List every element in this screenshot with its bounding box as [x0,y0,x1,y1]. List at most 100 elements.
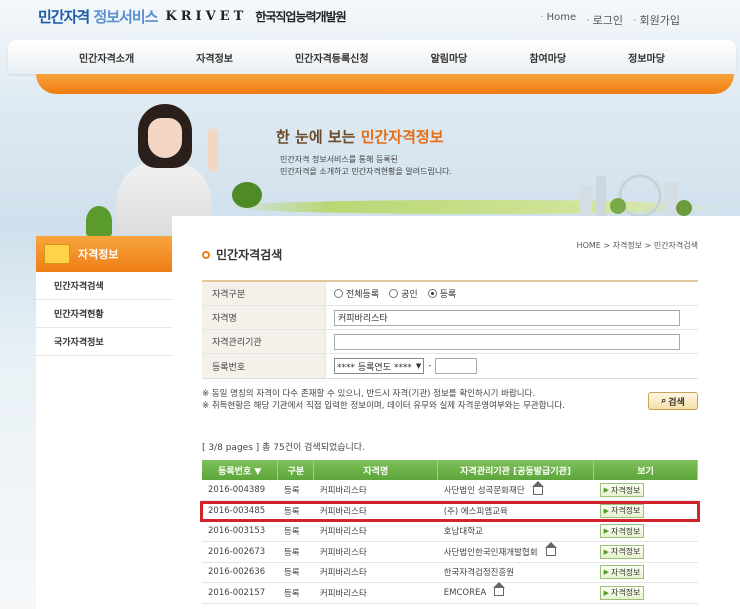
type-cell: 등록 [277,582,314,604]
tree-illustration [232,182,262,208]
view-info-label: 자격정보 [610,588,641,598]
search-icon: ⌕ [661,396,667,406]
reg-label: 등록번호 [202,354,326,378]
col-header-name: 자격명 [313,460,439,480]
homepage-icon[interactable] [531,480,544,495]
org-label: 자격관리기관 [202,330,326,353]
breadcrumb: HOME > 자격정보 > 민간자격검색 [576,241,698,250]
site-logo[interactable]: 민간자격 정보서비스 KRIVET 한국직업능력개발원 [38,6,347,27]
view-info-label: 자격정보 [610,547,641,557]
radio-all[interactable]: 전체등록 [334,287,379,300]
col-header-org: 자격관리기관 [공동발급기관] [437,460,595,480]
nav-item-info[interactable]: 자격정보 [196,50,233,65]
view-info-button[interactable]: ▶ 자격정보 [599,483,645,497]
nav-item-notice[interactable]: 알림마당 [431,50,468,65]
org-input[interactable] [334,333,680,350]
sidebar-item-status[interactable]: 민간자격현황 [36,300,172,328]
reg-number-input[interactable] [435,358,478,374]
cert-name-cell: 커피바리스타 [313,541,438,563]
main-content: 민간자격검색 HOME > 자격정보 > 민간자격검색 자격구분 전체등록 공인… [172,216,740,609]
cert-name-cell: 커피바리스타 [313,562,438,583]
org-name[interactable]: 사단법인한국인재개발협회 [444,548,538,558]
certificate-icon [44,244,70,264]
view-cell: ▶ 자격정보 [593,480,698,501]
nav-item-register[interactable]: 민간자격등록신청 [295,50,369,65]
col-header-regno[interactable]: 등록번호 ▼ [202,460,279,480]
results-table: 등록번호 ▼ 구분 자격명 자격관리기관 [공동발급기관] 보기 2016-00… [202,460,698,604]
view-info-label: 자격정보 [610,526,641,536]
reg-number-cell: 2016-003153 [202,521,278,542]
type-cell: 등록 [277,521,314,542]
city-skyline-illustration [580,174,692,216]
org-cell[interactable]: EMCOREA [437,582,594,604]
cert-name-cell: 커피바리스타 [313,480,438,501]
arrow-right-icon: ▶ [603,486,609,494]
sidebar-item-national[interactable]: 국가자격정보 [36,328,172,356]
type-cell: 등록 [277,541,314,563]
view-info-button[interactable]: ▶ 자격정보 [599,544,645,559]
util-nav: · Home · 로그인 · 회원가입 [540,12,680,28]
homepage-icon[interactable] [493,582,506,597]
radio-official[interactable]: 공인 [389,287,418,300]
nav-item-infocenter[interactable]: 정보마당 [628,50,665,65]
type-cell: 등록 [277,480,314,501]
sidebar-item-search[interactable]: 민간자격검색 [36,272,172,300]
cert-name-cell: 커피바리스타 [313,521,438,542]
view-cell: ▶ 자격정보 [593,541,698,563]
name-input[interactable]: 커피바리스타 [334,309,680,326]
reg-dash: - [428,361,432,371]
hero-description: 민간자격 정보서비스를 통해 등록된 민간자격을 소개하고 민간자격현황을 알려… [280,155,453,176]
org-cell[interactable]: 사단법인 성곡문화재단 [437,480,594,501]
view-cell: ▶ 자격정보 [593,562,698,583]
org-cell[interactable]: 사단법인한국인재개발협회 [437,541,594,563]
org-name[interactable]: 사단법인 성곡문화재단 [444,486,525,496]
view-info-button[interactable]: ▶ 자격정보 [599,524,645,539]
cert-name-cell: 커피바리스타 [313,582,438,604]
col-header-type: 구분 [277,460,315,480]
result-count: [ 3/8 pages ] 총 75건이 검색되었습니다. [202,443,365,453]
reg-year-select[interactable]: **** 등록연도 **** ▼ [334,358,425,374]
radio-registered[interactable]: 등록 [427,287,456,300]
table-row[interactable]: 2016-003153 등록 커피바리스타 호남대학교 ▶ 자격정보 [202,521,698,542]
org-name[interactable]: 호남대학교 [444,527,483,537]
org-cell[interactable]: 한국자격검정진흥원 [437,562,594,583]
homepage-icon[interactable] [544,542,557,557]
hero-model-image [108,104,228,234]
nav-orange-band [36,74,734,94]
nav-item-intro[interactable]: 민간자격소개 [79,50,134,65]
table-row[interactable]: 2016-004389 등록 커피바리스타 사단법인 성곡문화재단 ▶ 자격정보 [202,480,698,501]
view-info-button[interactable]: ▶ 자격정보 [599,565,645,580]
util-home-link[interactable]: · Home [540,12,576,28]
search-notes: ※ 동일 명칭의 자격이 다수 존재할 수 있으니, 반드시 자격(기관) 정보… [202,389,565,411]
view-info-button[interactable]: ▶ 자격정보 [599,585,645,600]
org-name[interactable]: 한국자격검정진흥원 [444,568,514,578]
main-nav: 민간자격소개 자격정보 민간자격등록신청 알림마당 참여마당 정보마당 [8,40,736,74]
arrow-right-icon: ▶ [603,527,609,536]
util-login-link[interactable]: · 로그인 [586,12,623,28]
org-cell[interactable]: 호남대학교 [437,521,594,542]
sidebar-header: 자격정보 [36,236,172,272]
search-form: 자격구분 전체등록 공인 등록 자격명 커피바리스타 자격관리기관 등록번호 *… [202,280,698,379]
util-join-link[interactable]: · 회원가입 [633,12,680,28]
selected-row-highlight [200,501,700,522]
left-sidebar: 자격정보 민간자격검색 민간자격현황 국가자격정보 [36,236,172,609]
reg-number-cell: 2016-002673 [202,541,278,563]
search-button[interactable]: ⌕ 검색 [648,392,698,410]
type-cell: 등록 [277,562,314,583]
col-header-view: 보기 [593,460,698,480]
reg-number-cell: 2016-002157 [202,582,278,604]
top-bar: 민간자격 정보서비스 KRIVET 한국직업능력개발원 · Home · 로그인 ·… [0,0,740,40]
arrow-right-icon: ▶ [603,588,609,597]
page-title: 민간자격검색 [202,246,282,263]
title-bullet-icon [202,250,210,259]
nav-item-participate[interactable]: 참여마당 [529,50,566,65]
table-row[interactable]: 2016-002636 등록 커피바리스타 한국자격검정진흥원 ▶ 자격정보 [202,562,698,583]
table-row[interactable]: 2016-002673 등록 커피바리스타 사단법인한국인재개발협회 ▶ 자격정보 [202,541,698,563]
logo-main: 민간자격 정보서비스 [38,8,158,26]
logo-org: 한국직업능력개발원 [255,10,346,24]
hero-title: 한 눈에 보는 민간자격정보 [276,128,444,146]
table-row[interactable]: 2016-002157 등록 커피바리스타 EMCOREA ▶ 자격정보 [202,582,698,604]
view-cell: ▶ 자격정보 [593,582,698,604]
org-name[interactable]: EMCOREA [444,588,486,598]
logo-krivet: KRIVET [165,9,248,24]
